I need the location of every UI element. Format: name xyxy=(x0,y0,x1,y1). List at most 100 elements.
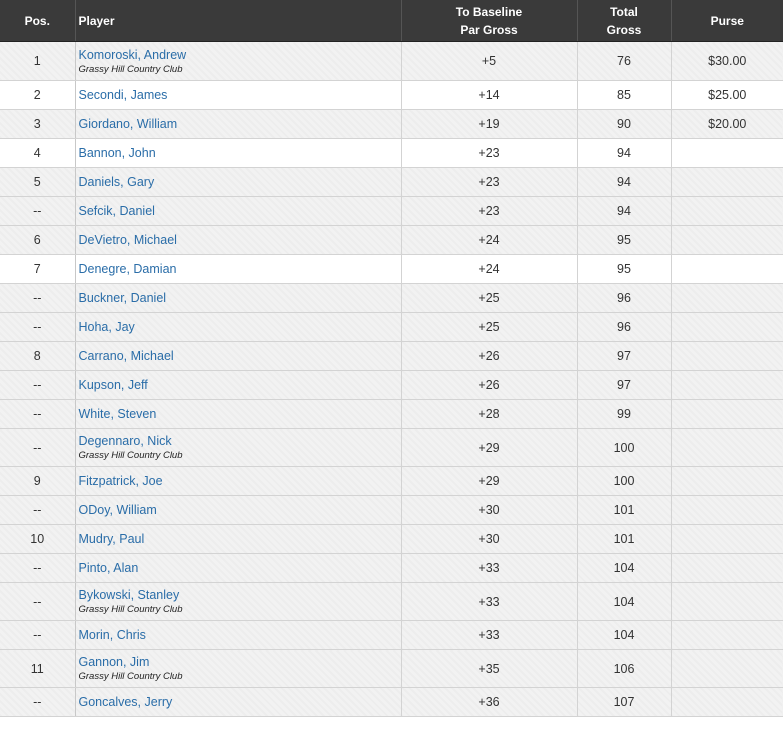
player-name-link[interactable]: Bykowski, Stanley xyxy=(79,587,398,603)
player-name-link[interactable]: Degennaro, Nick xyxy=(79,433,398,449)
purse-cell xyxy=(671,225,783,255)
player-name-link[interactable]: Mudry, Paul xyxy=(79,531,398,547)
baseline-par-cell: +5 xyxy=(401,41,578,81)
purse-cell xyxy=(671,138,783,168)
col-header-baseline[interactable]: To Baseline Par Gross xyxy=(401,0,578,42)
purse-cell xyxy=(671,428,783,467)
table-row: -- Bykowski, Stanley Grassy Hill Country C… xyxy=(0,582,783,621)
table-row: -- ODoy, William +30 101 xyxy=(0,495,783,525)
header-row: Pos. Player To Baseline Par Gross Total … xyxy=(0,0,783,42)
col-header-baseline-line1: To Baseline xyxy=(455,4,523,19)
purse-cell xyxy=(671,620,783,650)
player-name-link[interactable]: Morin, Chris xyxy=(79,627,398,643)
player-name-link[interactable]: Buckner, Daniel xyxy=(79,290,398,306)
player-cell: Hoha, Jay xyxy=(75,312,402,342)
position-cell: 4 xyxy=(0,138,76,168)
total-gross-cell: 99 xyxy=(577,399,672,429)
player-name-link[interactable]: Sefcik, Daniel xyxy=(79,203,398,219)
player-cell: Pinto, Alan xyxy=(75,553,402,583)
baseline-par-cell: +33 xyxy=(401,582,578,621)
player-cell: Kupson, Jeff xyxy=(75,370,402,400)
table-row: -- Pinto, Alan +33 104 xyxy=(0,553,783,583)
purse-cell xyxy=(671,370,783,400)
position-cell: 11 xyxy=(0,649,76,688)
table-row: 8 Carrano, Michael +26 97 xyxy=(0,341,783,371)
player-cell: ODoy, William xyxy=(75,495,402,525)
player-name-link[interactable]: Pinto, Alan xyxy=(79,560,398,576)
table-row: 3 Giordano, William +19 90 $20.00 xyxy=(0,109,783,139)
player-cell: Carrano, Michael xyxy=(75,341,402,371)
total-gross-cell: 104 xyxy=(577,620,672,650)
baseline-par-cell: +23 xyxy=(401,138,578,168)
player-cell: Bannon, John xyxy=(75,138,402,168)
position-cell: 3 xyxy=(0,109,76,139)
player-name-link[interactable]: White, Steven xyxy=(79,406,398,422)
position-cell: 8 xyxy=(0,341,76,371)
player-name-link[interactable]: Giordano, William xyxy=(79,116,398,132)
total-gross-cell: 101 xyxy=(577,495,672,525)
player-cell: Buckner, Daniel xyxy=(75,283,402,313)
position-cell: 9 xyxy=(0,466,76,496)
player-name-link[interactable]: Kupson, Jeff xyxy=(79,377,398,393)
purse-cell xyxy=(671,687,783,717)
baseline-par-cell: +19 xyxy=(401,109,578,139)
player-cell: Komoroski, Andrew Grassy Hill Country Clu… xyxy=(75,41,402,81)
total-gross-cell: 100 xyxy=(577,428,672,467)
purse-cell: $30.00 xyxy=(671,41,783,81)
total-gross-cell: 95 xyxy=(577,225,672,255)
player-name-link[interactable]: Komoroski, Andrew xyxy=(79,47,398,63)
purse-cell xyxy=(671,524,783,554)
col-header-pos[interactable]: Pos. xyxy=(0,0,76,42)
baseline-par-cell: +24 xyxy=(401,254,578,284)
purse-cell xyxy=(671,582,783,621)
table-row: -- Hoha, Jay +25 96 xyxy=(0,312,783,342)
player-name-link[interactable]: Fitzpatrick, Joe xyxy=(79,473,398,489)
total-gross-cell: 97 xyxy=(577,341,672,371)
position-cell: 5 xyxy=(0,167,76,197)
player-name-link[interactable]: Goncalves, Jerry xyxy=(79,694,398,710)
purse-cell xyxy=(671,254,783,284)
player-name-link[interactable]: DeVietro, Michael xyxy=(79,232,398,248)
player-cell: DeVietro, Michael xyxy=(75,225,402,255)
position-cell: 2 xyxy=(0,80,76,110)
baseline-par-cell: +24 xyxy=(401,225,578,255)
purse-cell: $25.00 xyxy=(671,80,783,110)
baseline-par-cell: +25 xyxy=(401,312,578,342)
position-cell: -- xyxy=(0,196,76,226)
player-cell: Goncalves, Jerry xyxy=(75,687,402,717)
table-row: 2 Secondi, James +14 85 $25.00 xyxy=(0,80,783,110)
baseline-par-cell: +33 xyxy=(401,620,578,650)
col-header-purse[interactable]: Purse xyxy=(671,0,783,42)
total-gross-cell: 94 xyxy=(577,167,672,197)
position-cell: -- xyxy=(0,620,76,650)
purse-cell xyxy=(671,283,783,313)
baseline-par-cell: +29 xyxy=(401,428,578,467)
player-name-link[interactable]: Gannon, Jim xyxy=(79,654,398,670)
table-row: -- Kupson, Jeff +26 97 xyxy=(0,370,783,400)
player-cell: Giordano, William xyxy=(75,109,402,139)
player-name-link[interactable]: Bannon, John xyxy=(79,145,398,161)
player-name-link[interactable]: Denegre, Damian xyxy=(79,261,398,277)
total-gross-cell: 95 xyxy=(577,254,672,284)
total-gross-cell: 76 xyxy=(577,41,672,81)
col-header-gross[interactable]: Total Gross xyxy=(577,0,672,42)
col-header-gross-line1: Total xyxy=(610,4,638,19)
player-name-link[interactable]: Daniels, Gary xyxy=(79,174,398,190)
player-cell: Gannon, Jim Grassy Hill Country Club xyxy=(75,649,402,688)
total-gross-cell: 96 xyxy=(577,283,672,313)
baseline-par-cell: +25 xyxy=(401,283,578,313)
player-name-link[interactable]: Hoha, Jay xyxy=(79,319,398,335)
purse-cell xyxy=(671,312,783,342)
position-cell: -- xyxy=(0,582,76,621)
player-name-link[interactable]: ODoy, William xyxy=(79,502,398,518)
player-name-link[interactable]: Secondi, James xyxy=(79,87,398,103)
purse-cell xyxy=(671,399,783,429)
table-row: 10 Mudry, Paul +30 101 xyxy=(0,524,783,554)
total-gross-cell: 106 xyxy=(577,649,672,688)
position-cell: 6 xyxy=(0,225,76,255)
position-cell: -- xyxy=(0,370,76,400)
col-header-player[interactable]: Player xyxy=(75,0,402,42)
player-club: Grassy Hill Country Club xyxy=(78,63,183,75)
total-gross-cell: 96 xyxy=(577,312,672,342)
player-name-link[interactable]: Carrano, Michael xyxy=(79,348,398,364)
